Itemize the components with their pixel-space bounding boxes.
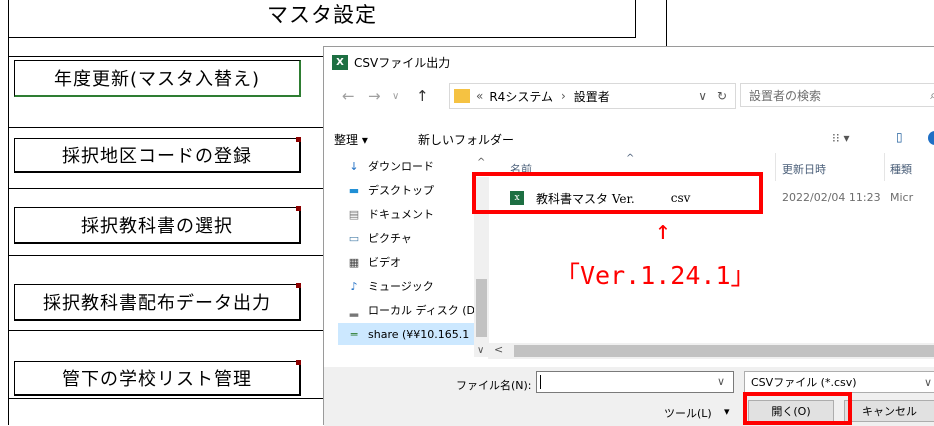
- distribution-data-output-label: 採択教科書配布データ出力: [43, 293, 271, 314]
- tools-menu[interactable]: ツール(L): [664, 405, 712, 421]
- forward-arrow-icon[interactable]: →: [368, 87, 381, 105]
- file-type: Micr: [890, 191, 914, 204]
- cell-border: [8, 330, 323, 331]
- cell-border: [8, 398, 323, 399]
- filetype-select[interactable]: CSVファイル (*.csv) ∨: [744, 371, 934, 393]
- cell-border: [8, 188, 323, 189]
- hscroll-thumb[interactable]: [514, 345, 934, 357]
- organize-menu[interactable]: 整理 ▾: [334, 131, 368, 148]
- cell-border: [8, 255, 323, 256]
- excel-icon: X: [332, 54, 348, 70]
- download-icon: ↓: [349, 159, 359, 173]
- nav-item-label: ビデオ: [368, 256, 401, 269]
- filename-dropdown-icon[interactable]: ∨: [717, 375, 725, 388]
- breadcrumb-segment[interactable]: R4システム: [489, 88, 553, 105]
- nav-item-label: ダウンロード: [368, 160, 434, 173]
- highlight-open-button-rect: [743, 392, 852, 425]
- corner-marker: [296, 283, 301, 288]
- nav-item-share[interactable]: ═ share (¥¥10.165.1: [338, 323, 474, 345]
- picture-icon: ▭: [348, 231, 360, 245]
- textbook-select-button[interactable]: 採択教科書の選択: [14, 206, 301, 244]
- column-header-type[interactable]: 種類: [890, 161, 912, 177]
- nav-item-desktop[interactable]: ▬ デスクトップ: [346, 179, 434, 201]
- address-bar[interactable]: « R4システム › 設置者 ∨ ↻: [449, 83, 736, 109]
- drive-icon: ▂: [349, 303, 359, 317]
- column-divider: [884, 153, 885, 181]
- nav-scroll-thumb[interactable]: [476, 279, 487, 337]
- year-update-button[interactable]: 年度更新(マスタ入替え): [14, 60, 301, 97]
- recent-locations-icon[interactable]: ∨: [392, 91, 399, 102]
- view-options-icon[interactable]: ⁝⁝ ▾: [832, 131, 849, 145]
- filetype-value: CSVファイル (*.csv): [751, 376, 857, 389]
- nav-item-label: ドキュメント: [368, 208, 434, 221]
- sort-indicator-icon: ^: [626, 153, 635, 164]
- help-icon[interactable]: [928, 131, 934, 145]
- nav-item-videos[interactable]: ▦ ビデオ: [346, 251, 401, 273]
- dialog-titlebar: X CSVファイル出力: [324, 47, 934, 77]
- up-arrow-icon[interactable]: ↑: [416, 87, 429, 105]
- distribution-data-output-button[interactable]: 採択教科書配布データ出力: [14, 283, 301, 321]
- new-folder-button[interactable]: 新しいフォルダー: [418, 131, 514, 148]
- column-header-date[interactable]: 更新日時: [782, 161, 826, 177]
- corner-marker: [296, 137, 301, 142]
- nav-item-music[interactable]: ♪ ミュージック: [346, 275, 434, 297]
- back-arrow-icon[interactable]: ←: [342, 87, 355, 105]
- highlight-file-rect: [472, 172, 763, 214]
- desktop-icon: ▬: [348, 183, 360, 197]
- filename-input[interactable]: ∨: [536, 371, 734, 393]
- textbook-select-label: 採択教科書の選択: [81, 216, 233, 237]
- cancel-button[interactable]: キャンセル: [844, 400, 934, 422]
- year-update-label: 年度更新(マスタ入替え): [53, 69, 261, 90]
- search-placeholder: 設置者の検索: [749, 88, 822, 103]
- nav-item-label: ミュージック: [368, 280, 434, 293]
- filename-label: ファイル名(N):: [456, 379, 532, 392]
- cell-border: [8, 127, 323, 128]
- sheet-title: マスタ設定: [8, 0, 636, 38]
- nav-item-label: ピクチャ: [368, 232, 412, 245]
- column-divider: [775, 153, 776, 181]
- address-row: ← → ∨ ↑ « R4システム › 設置者 ∨ ↻ 設置者の検索 ⌕: [324, 81, 934, 111]
- school-list-manage-button[interactable]: 管下の学校リスト管理: [14, 360, 301, 396]
- dialog-title: CSVファイル出力: [354, 55, 451, 70]
- sheet-border-left: [8, 36, 9, 425]
- navigation-pane: ↓ ダウンロード ▬ デスクトップ ▤ ドキュメント ▭ ピクチャ ▦ ビデオ ♪ ミュージ…: [324, 153, 488, 367]
- folder-icon: [454, 89, 470, 103]
- dialog-toolbar: 整理 ▾ 新しいフォルダー ⁝⁝ ▾ ▯: [324, 125, 934, 153]
- corner-marker: [296, 360, 301, 365]
- refresh-icon[interactable]: ↻: [717, 89, 727, 103]
- network-drive-icon: ═: [350, 327, 358, 341]
- nav-item-label: デスクトップ: [368, 184, 434, 197]
- nav-item-local-disk[interactable]: ▂ ローカル ディスク (D: [346, 299, 475, 321]
- nav-item-pictures[interactable]: ▭ ピクチャ: [346, 227, 412, 249]
- document-icon: ▤: [348, 207, 360, 221]
- file-modified-date: 2022/02/04 11:23: [782, 191, 881, 204]
- nav-item-label: ローカル ディスク (D: [368, 304, 475, 317]
- school-list-manage-label: 管下の学校リスト管理: [62, 369, 252, 390]
- breadcrumb-segment[interactable]: 設置者: [574, 88, 610, 105]
- cancel-button-label: キャンセル: [862, 405, 917, 418]
- address-dropdown-icon[interactable]: ∨: [698, 89, 707, 103]
- annotation-version-text: 「Ver.1.24.1」: [555, 261, 756, 290]
- nav-item-documents[interactable]: ▤ ドキュメント: [346, 203, 434, 225]
- breadcrumb-separator: ›: [560, 89, 566, 103]
- breadcrumb-prefix: «: [476, 89, 484, 103]
- nav-item-label: share (¥¥10.165.1: [368, 327, 470, 341]
- text-caret: [540, 375, 541, 389]
- annotation-arrow-icon: ↑: [655, 216, 671, 246]
- district-code-register-button[interactable]: 採択地区コードの登録: [14, 137, 301, 173]
- csv-export-dialog: X CSVファイル出力 ← → ∨ ↑ « R4システム › 設置者 ∨ ↻ 設…: [323, 46, 934, 426]
- corner-marker: [296, 206, 301, 211]
- video-icon: ▦: [348, 255, 360, 269]
- preview-pane-icon[interactable]: ▯: [896, 130, 903, 144]
- scroll-up-icon[interactable]: ^: [477, 157, 485, 168]
- music-icon: ♪: [350, 279, 358, 293]
- filetype-dropdown-icon: ∨: [923, 375, 932, 389]
- nav-item-downloads[interactable]: ↓ ダウンロード: [346, 155, 434, 177]
- search-icon: ⌕: [930, 87, 934, 102]
- district-code-register-label: 採択地区コードの登録: [62, 146, 252, 167]
- scroll-left-icon[interactable]: <: [494, 343, 503, 356]
- tools-dropdown-icon[interactable]: ▾: [724, 405, 730, 418]
- search-input[interactable]: 設置者の検索 ⌕: [740, 83, 934, 107]
- scroll-down-icon[interactable]: ∨: [477, 345, 484, 356]
